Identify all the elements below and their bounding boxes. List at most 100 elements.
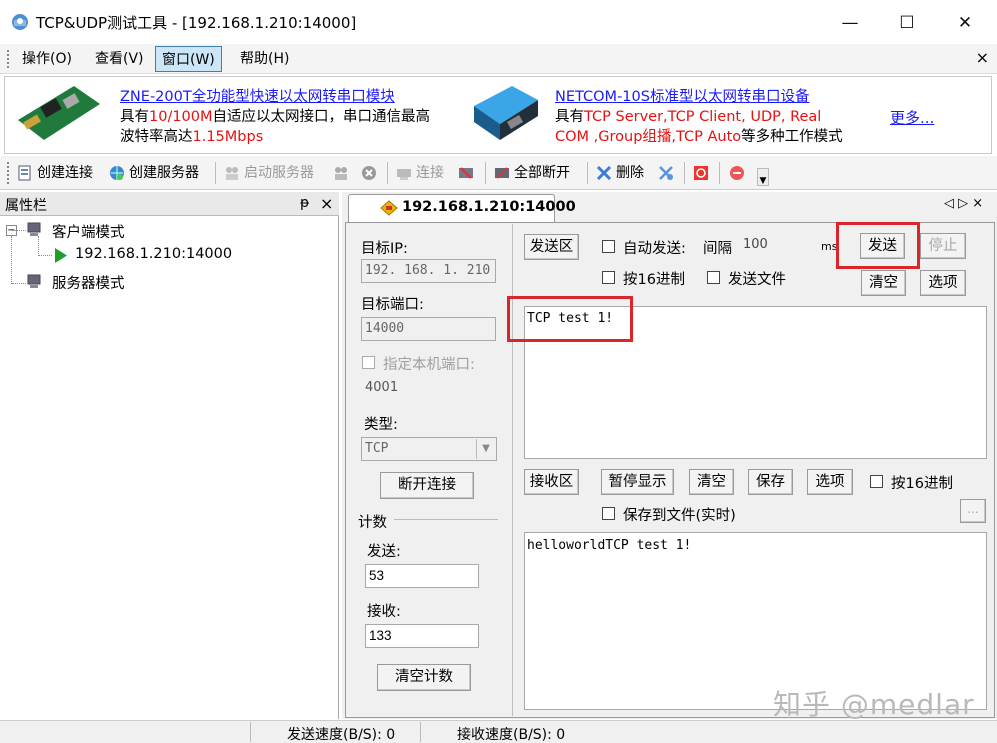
toolbar-separator (387, 162, 388, 184)
delete-button[interactable]: 删除 (595, 160, 644, 186)
server-icon (226, 167, 238, 180)
menu-window[interactable]: 窗口(W) (155, 46, 222, 72)
browse-button[interactable]: ... (960, 499, 986, 523)
target-ip-label: 目标IP: (361, 241, 408, 257)
recv-text: helloworldTCP test 1! (527, 538, 692, 553)
disconnect-button[interactable]: 断开连接 (380, 472, 474, 499)
send-count-field[interactable]: 53 (365, 564, 479, 588)
connection-tab-label: 192.168.1.210:14000 (402, 199, 576, 215)
send-file-checkbox[interactable] (707, 271, 720, 284)
connect-button[interactable]: 连接 (395, 160, 444, 186)
power-icon-button[interactable] (692, 160, 713, 186)
recv-options-button[interactable]: 选项 (807, 469, 853, 495)
ad-right-l2b: TCP Server,TCP Client, UDP, Real (584, 109, 822, 125)
stop-icon-button[interactable] (360, 160, 381, 186)
ad-left-l3b: 1.15Mbps (192, 129, 264, 145)
recv-area-label[interactable]: 接收区 (524, 469, 579, 495)
save-button[interactable]: 保存 (748, 469, 793, 495)
server-computer-icon (27, 274, 41, 288)
toolbar-grip (7, 162, 10, 184)
save-file-checkbox[interactable] (602, 507, 615, 520)
clear-count-button[interactable]: 清空计数 (377, 664, 471, 691)
disconnect-icon-button[interactable] (457, 160, 478, 186)
recv-count-field[interactable]: 133 (365, 624, 479, 648)
send-area-label[interactable]: 发送区 (524, 234, 579, 260)
connect-icon (397, 169, 411, 180)
recv-hex-checkbox[interactable] (870, 475, 883, 488)
panel-close-icon[interactable]: × (320, 194, 333, 213)
recv-speed: 接收速度(B/S): 0 (457, 727, 566, 743)
tree-line (11, 236, 12, 284)
help-icon (730, 166, 744, 180)
tree-server-mode[interactable]: 服务器模式 (52, 272, 125, 293)
interval-value[interactable]: 100 (743, 237, 768, 252)
ad-right-l3b: 等多种工作模式 (741, 129, 843, 145)
auto-send-label: 自动发送: (623, 241, 686, 257)
count-group-line (394, 519, 498, 520)
minimize-button[interactable]: — (827, 6, 873, 40)
globe-icon (110, 166, 124, 180)
users-icon (335, 167, 347, 180)
start-server-button[interactable]: 启动服务器 (223, 160, 314, 186)
toolbar-separator (684, 162, 685, 184)
pin-icon[interactable]: ᵽ (300, 195, 309, 211)
toolbar-separator (215, 162, 216, 184)
interval-label: 间隔 (703, 241, 732, 257)
close-window-button[interactable]: ✕ (942, 6, 988, 40)
create-server-button[interactable]: 创建服务器 (108, 160, 199, 186)
send-hex-checkbox[interactable] (602, 271, 615, 284)
send-file-label: 发送文件 (728, 272, 786, 288)
help-icon-button[interactable] (728, 160, 749, 186)
tree-connection-item[interactable]: 192.168.1.210:14000 (75, 246, 232, 262)
tab-nav-icons[interactable]: ◁ ▷ × (944, 196, 983, 211)
send-count-label: 发送: (367, 544, 401, 560)
property-panel-title: 属性栏 (5, 198, 47, 214)
maximize-button[interactable]: ☐ (884, 6, 930, 40)
more-link[interactable]: 更多... (890, 109, 934, 127)
recv-clear-button[interactable]: 清空 (689, 469, 734, 495)
disconnect-all-button[interactable]: 全部断开 (493, 160, 570, 186)
status-separator (250, 722, 251, 742)
stop-button[interactable]: 停止 (920, 233, 966, 259)
menu-close-icon[interactable]: × (976, 46, 989, 70)
menu-operate[interactable]: 操作(O) (16, 46, 78, 72)
stop-circle-icon (362, 166, 376, 180)
ad-left-l3a: 波特率高达 (120, 129, 193, 145)
disconnect-all-icon (495, 167, 509, 179)
device-image (474, 86, 538, 140)
target-ip-field[interactable]: 192. 168. 1. 210 (361, 259, 496, 283)
menu-help[interactable]: 帮助(H) (234, 46, 295, 72)
auto-send-checkbox[interactable] (602, 240, 615, 253)
toolbar-overflow-icon[interactable]: ▼ (757, 168, 769, 186)
send-hex-label: 按16进制 (623, 272, 685, 288)
delete-x-icon (596, 165, 612, 181)
disconnect-all-label: 全部断开 (514, 165, 570, 181)
new-connection-icon (18, 165, 31, 181)
recv-hex-label: 按16进制 (891, 476, 953, 492)
connect-label: 连接 (416, 165, 444, 181)
power-icon (694, 166, 708, 180)
interval-unit: ms (821, 240, 838, 253)
dropdown-arrow-icon[interactable]: ▼ (476, 439, 495, 459)
toolbar-separator (587, 162, 588, 184)
pause-display-button[interactable]: 暂停显示 (601, 469, 674, 495)
ad-left-l2b: 10/100M (149, 109, 213, 125)
ad-right-title[interactable]: NETCOM-10S标准型以太网转串口设备 (555, 89, 809, 105)
users-icon-button[interactable] (332, 160, 353, 186)
local-port-label: 指定本机端口: (383, 357, 475, 373)
local-port-checkbox[interactable] (362, 356, 375, 369)
toolbar-separator (485, 162, 486, 184)
target-port-field[interactable]: 14000 (361, 317, 496, 341)
watermark: 知乎 @medlar (773, 688, 975, 721)
send-clear-button[interactable]: 清空 (861, 270, 906, 296)
target-port-label: 目标端口: (361, 297, 424, 313)
menu-grip (7, 50, 10, 68)
delete-all-icon-button[interactable] (657, 160, 678, 186)
ad-left-title[interactable]: ZNE-200T全功能型快速以太网转串口模块 (120, 89, 395, 105)
tree-client-mode[interactable]: 客户端模式 (52, 221, 125, 242)
ad-left-l2c: 自适应以太网接口，串口通信最高 (212, 109, 431, 125)
toolbar-separator (719, 162, 720, 184)
send-options-button[interactable]: 选项 (920, 270, 966, 296)
menu-view[interactable]: 查看(V) (89, 46, 150, 72)
create-connection-button[interactable]: 创建连接 (16, 160, 93, 186)
